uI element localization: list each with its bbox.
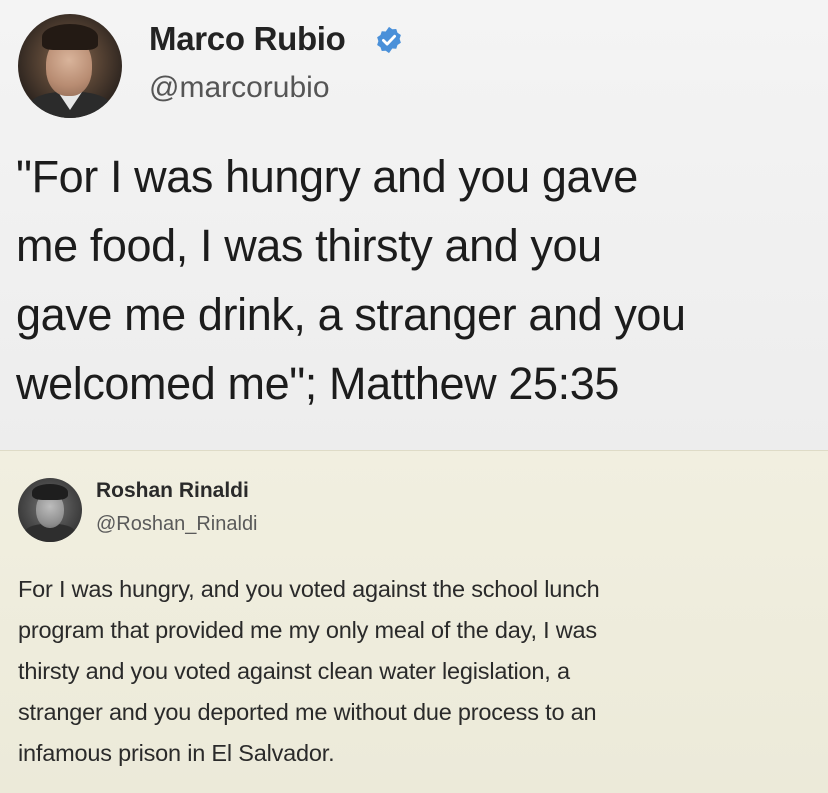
reply-avatar-hair <box>32 484 68 500</box>
tweet-text-line: "For I was hungry and you gave <box>16 151 638 202</box>
reply-text-line: program that provided me my only meal of… <box>18 617 597 643</box>
avatar-hair <box>42 24 98 50</box>
tweet-text-line: welcomed me"; Matthew 25:35 <box>16 358 619 409</box>
reply-text-line: stranger and you deported me without due… <box>18 699 597 725</box>
reply-author-name[interactable]: Roshan Rinaldi <box>96 479 249 503</box>
reply-text-line: infamous prison in El Salvador. <box>18 740 335 766</box>
reply-avatar[interactable] <box>18 478 82 542</box>
reply-author-handle[interactable]: @Roshan_Rinaldi <box>96 513 258 536</box>
author-name[interactable]: Marco Rubio <box>149 20 346 58</box>
avatar[interactable] <box>18 14 122 118</box>
reply-text-line: For I was hungry, and you voted against … <box>18 576 600 602</box>
tweet-text-line: me food, I was thirsty and you <box>16 220 602 271</box>
main-tweet: Marco Rubio @marcorubio "For I was hungr… <box>0 0 828 450</box>
tweet-text: "For I was hungry and you gave me food, … <box>16 142 816 418</box>
reply-tweet-text: For I was hungry, and you voted against … <box>18 569 818 774</box>
author-handle[interactable]: @marcorubio <box>149 71 330 105</box>
verified-badge-icon <box>377 26 401 54</box>
tweet-text-line: gave me drink, a stranger and you <box>16 289 686 340</box>
reply-text-line: thirsty and you voted against clean wate… <box>18 658 570 684</box>
reply-tweet-card[interactable]: Roshan Rinaldi @Roshan_Rinaldi For I was… <box>0 450 828 793</box>
